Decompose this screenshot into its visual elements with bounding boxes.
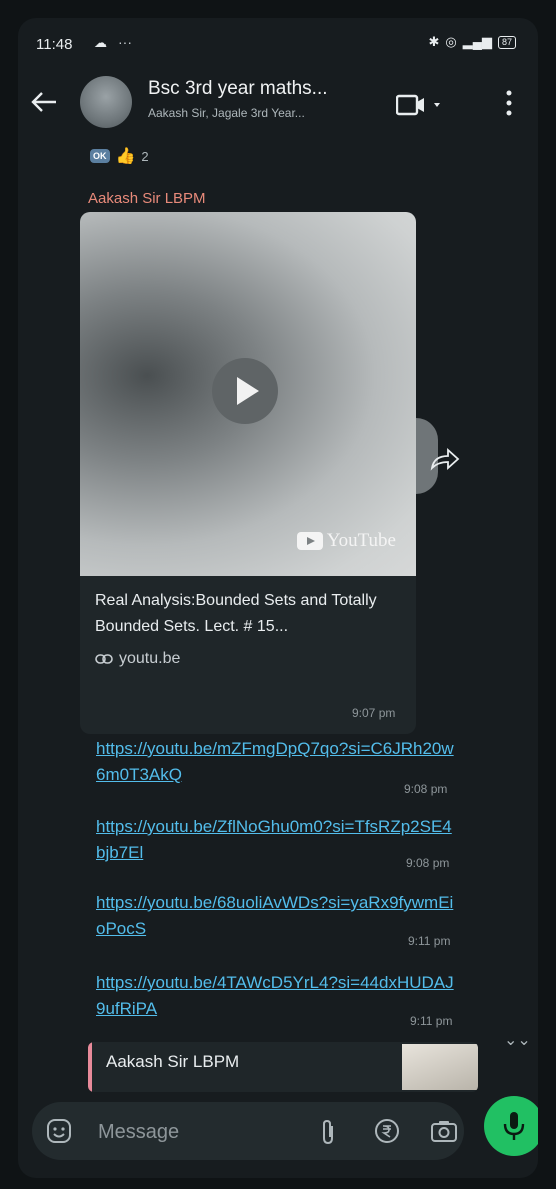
reply-preview[interactable]: Aakash Sir LBPM [88, 1042, 478, 1092]
signal-icon: ▂▄▆ [462, 34, 492, 49]
youtube-logo: YouTube [296, 530, 396, 552]
status-bar: 11:48 ☁ ··· ✱ ◎ ▂▄▆ 87 [18, 18, 538, 62]
mic-icon [503, 1112, 525, 1140]
link-message-1[interactable]: https://youtu.be/mZFmgDpQ7qo?si=C6JRh20w… [96, 736, 456, 788]
status-time: 11:48 [36, 36, 73, 53]
cloud-icon: ☁ [94, 35, 107, 50]
link-message-3-time: 9:11 pm [408, 934, 451, 948]
chat-screen: 11:48 ☁ ··· ✱ ◎ ▂▄▆ 87 Bsc 3rd year math… [18, 18, 538, 1178]
message-reactions[interactable]: OK 👍 2 [90, 146, 149, 166]
sticker-icon[interactable] [46, 1118, 72, 1144]
group-avatar[interactable] [80, 76, 132, 128]
mic-button[interactable] [484, 1096, 538, 1156]
hotspot-icon: ◎ [445, 34, 457, 49]
link-message-3[interactable]: https://youtu.be/68uoliAvWDs?si=yaRx9fyw… [96, 890, 456, 942]
chat-header: Bsc 3rd year maths... Aakash Sir, Jagale… [18, 70, 538, 134]
link-message-4[interactable]: https://youtu.be/4TAWcD5YrL4?si=44dxHUDA… [96, 970, 456, 1022]
link-preview-domain[interactable]: youtu.be [95, 650, 180, 668]
message-time: 9:07 pm [352, 706, 396, 720]
link-message-2[interactable]: https://youtu.be/ZflNoGhu0m0?si=TfsRZp2S… [96, 814, 456, 866]
video-message-bubble[interactable]: YouTube Real Analysis:Bounded Sets and T… [80, 212, 416, 734]
link-preview-title[interactable]: Real Analysis:Bounded Sets and Totally B… [95, 588, 405, 640]
reaction-count: 2 [141, 148, 149, 164]
rupee-icon[interactable] [374, 1118, 400, 1144]
camera-icon[interactable] [430, 1118, 458, 1144]
attach-icon[interactable] [316, 1118, 340, 1146]
battery-icon: 87 [497, 35, 516, 49]
message-input[interactable] [96, 1116, 280, 1148]
youtube-play-icon [296, 532, 323, 550]
reply-thumbnail [402, 1044, 478, 1090]
play-icon[interactable] [212, 358, 278, 424]
chat-subtitle[interactable]: Aakash Sir, Jagale 3rd Year... [148, 106, 305, 120]
sender-name[interactable]: Aakash Sir LBPM [88, 190, 206, 207]
link-message-4-time: 9:11 pm [410, 1014, 453, 1028]
domain-text: youtu.be [119, 650, 181, 667]
forward-icon[interactable] [428, 432, 462, 492]
reply-sender: Aakash Sir LBPM [106, 1052, 240, 1071]
link-message-2-time: 9:08 pm [406, 856, 450, 870]
bluetooth-icon: ✱ [428, 34, 440, 49]
video-call-icon[interactable] [396, 92, 444, 118]
video-thumbnail[interactable]: YouTube [80, 212, 416, 576]
message-input-bar [32, 1102, 464, 1160]
youtube-label: YouTube [326, 530, 396, 551]
reply-accent-bar [88, 1042, 92, 1092]
back-arrow-icon[interactable] [30, 90, 58, 114]
status-dots: ··· [118, 34, 132, 50]
more-options-icon[interactable] [504, 88, 514, 118]
status-icons: ✱ ◎ ▂▄▆ 87 [429, 34, 516, 50]
link-icon [95, 654, 113, 664]
thumbs-up-icon: 👍 [115, 148, 136, 165]
link-message-1-time: 9:08 pm [404, 782, 448, 796]
scroll-down-icon[interactable]: ⌄⌄ [504, 1030, 531, 1054]
chat-title[interactable]: Bsc 3rd year maths... [148, 78, 328, 100]
ok-reaction-badge: OK [90, 149, 110, 163]
